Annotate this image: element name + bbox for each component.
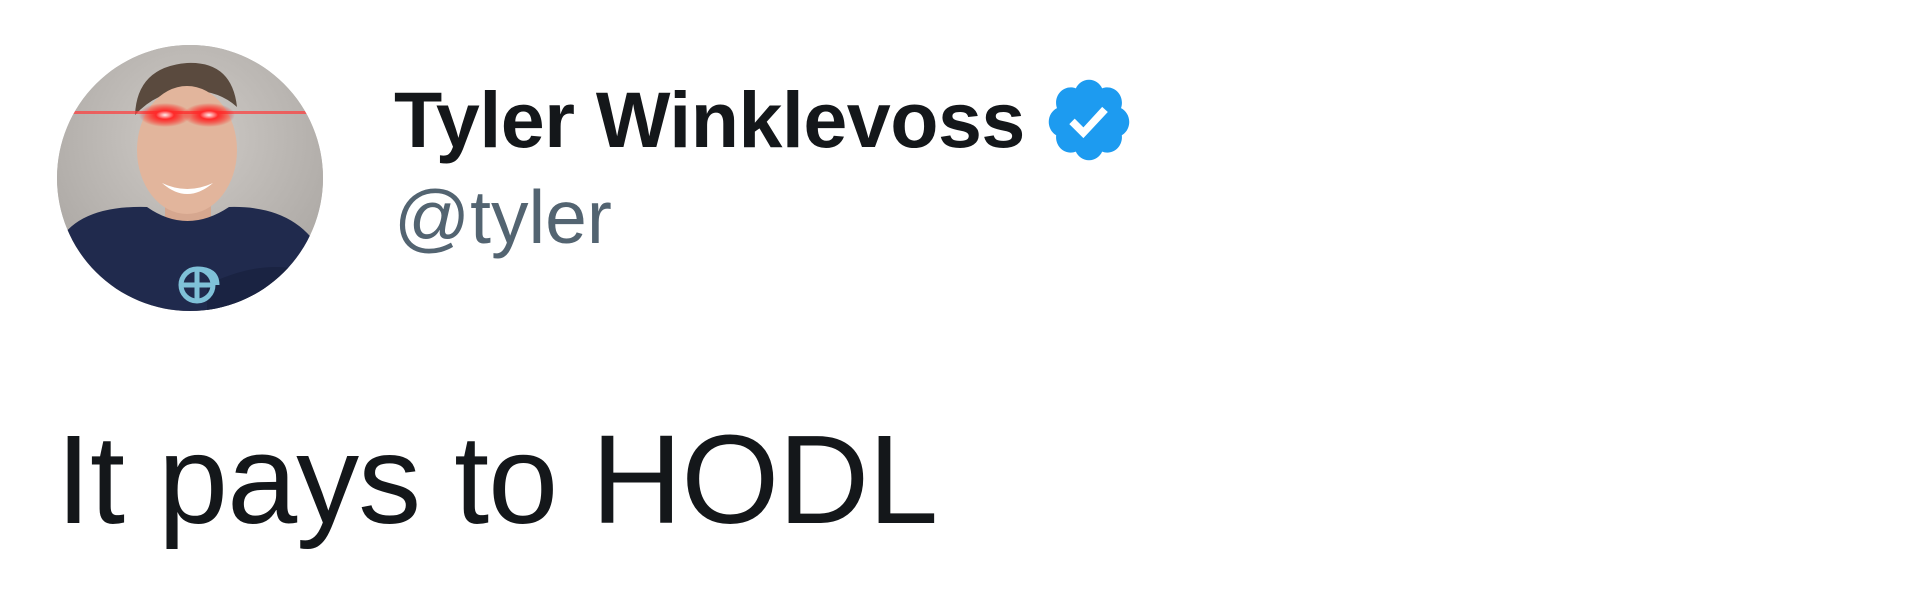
avatar[interactable] xyxy=(57,45,323,311)
profile-photo xyxy=(57,45,323,311)
verified-badge-icon xyxy=(1043,74,1135,166)
display-name[interactable]: Tyler Winklevoss xyxy=(394,70,1025,170)
tweet-text: It pays to HODL xyxy=(56,409,938,550)
tweet-card: Tyler Winklevoss @tyler It pays to HODL xyxy=(0,0,1930,602)
user-info: Tyler Winklevoss @tyler xyxy=(394,70,1135,262)
name-row: Tyler Winklevoss xyxy=(394,70,1135,170)
user-handle[interactable]: @tyler xyxy=(394,172,1135,262)
